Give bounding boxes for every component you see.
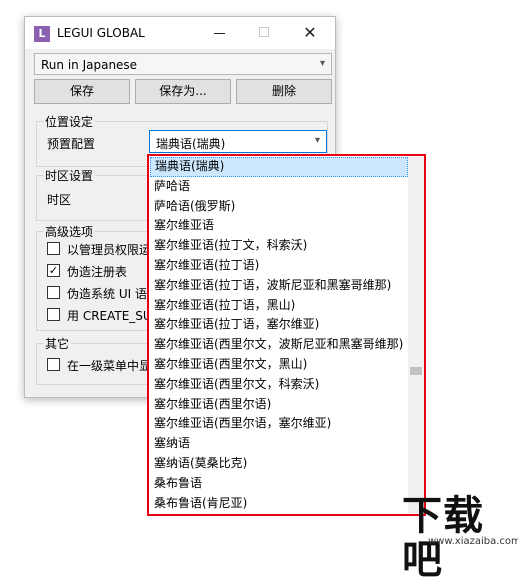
save-as-button[interactable]: 保存为... bbox=[135, 79, 231, 104]
fake-registry-label: 伪造注册表 bbox=[67, 265, 128, 279]
annotation-highlight-box bbox=[147, 154, 426, 516]
check-icon: ✓ bbox=[48, 264, 59, 277]
maximize-icon bbox=[259, 27, 269, 37]
fake-ui-language-label: 伪造系统 UI 语 bbox=[67, 287, 147, 301]
close-button[interactable]: ✕ bbox=[299, 23, 321, 43]
chevron-down-icon: ▾ bbox=[319, 58, 325, 69]
run-as-admin-checkbox[interactable] bbox=[47, 242, 60, 255]
window-title: LEGUI GLOBAL bbox=[57, 26, 145, 40]
maximize-button[interactable] bbox=[253, 23, 275, 43]
preset-select-value: 瑞典语(瑞典) bbox=[156, 137, 226, 151]
advanced-group-title: 高级选项 bbox=[43, 223, 96, 240]
profile-select-value: Run in Japanese bbox=[41, 58, 138, 72]
fake-registry-checkbox[interactable]: ✓ bbox=[47, 264, 60, 277]
run-as-admin-label: 以管理员权限运 bbox=[67, 243, 152, 257]
show-in-menu-label: 在一级菜单中显 bbox=[67, 359, 152, 373]
preset-label: 预置配置 bbox=[47, 137, 96, 151]
chevron-down-icon: ▾ bbox=[314, 135, 320, 146]
minimize-button[interactable] bbox=[209, 23, 231, 43]
timezone-label: 时区 bbox=[47, 193, 72, 207]
create-suspended-checkbox[interactable] bbox=[47, 308, 60, 321]
watermark-url: www.xiazaiba.com bbox=[428, 536, 518, 547]
profile-select[interactable]: Run in Japanese ▾ bbox=[34, 53, 332, 75]
other-group-title: 其它 bbox=[43, 335, 72, 352]
fake-ui-language-checkbox[interactable] bbox=[47, 286, 60, 299]
show-in-menu-checkbox[interactable] bbox=[47, 358, 60, 371]
delete-button[interactable]: 删除 bbox=[236, 79, 332, 104]
location-group-title: 位置设定 bbox=[43, 113, 96, 130]
create-suspended-label: 用 CREATE_SU bbox=[67, 309, 152, 323]
save-button[interactable]: 保存 bbox=[34, 79, 130, 104]
preset-select[interactable]: 瑞典语(瑞典) ▾ bbox=[149, 130, 327, 153]
app-logo-icon: L bbox=[34, 26, 50, 42]
minimize-icon bbox=[214, 33, 225, 34]
close-icon: ✕ bbox=[303, 23, 317, 42]
timezone-group-title: 时区设置 bbox=[43, 167, 96, 184]
site-watermark: 下载吧 www.xiazaiba.com bbox=[402, 494, 518, 582]
title-bar[interactable]: L LEGUI GLOBAL ✕ bbox=[25, 17, 335, 49]
